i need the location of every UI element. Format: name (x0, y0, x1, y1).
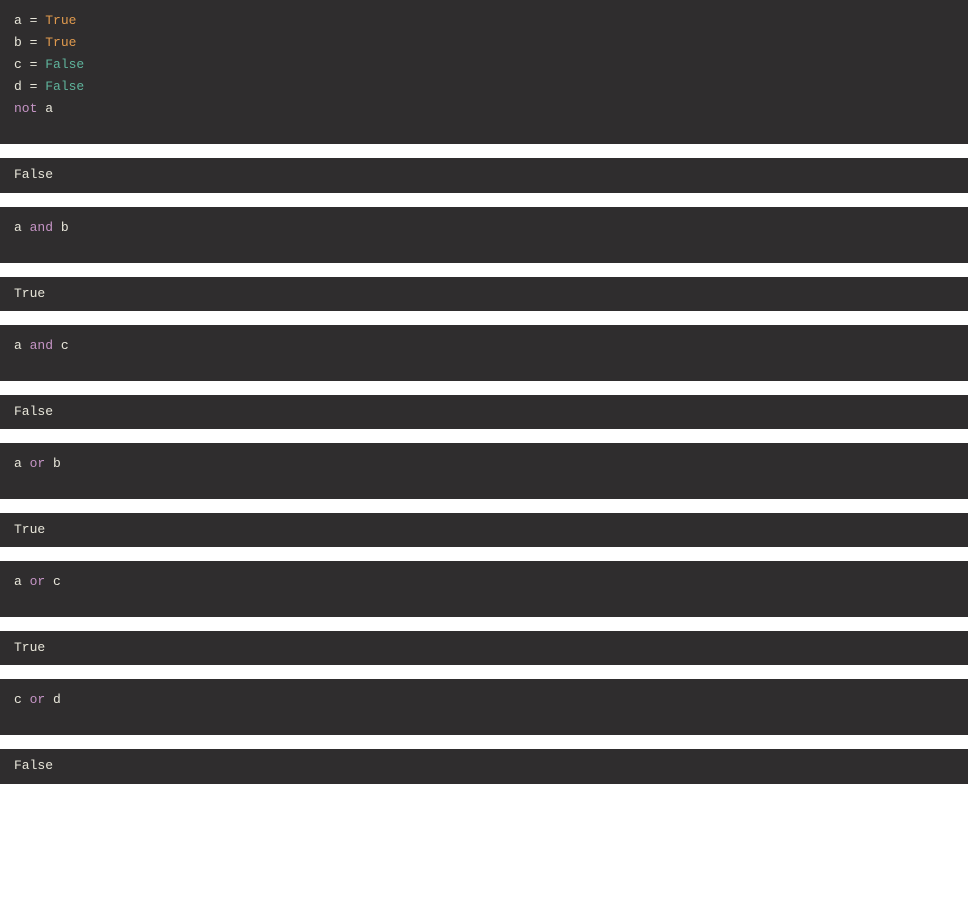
code-token: = (30, 79, 46, 94)
code-token: = (30, 35, 46, 50)
code-token: False (45, 79, 84, 94)
code-line: a and c (14, 335, 954, 357)
code-token: or (30, 692, 53, 707)
code-line: d = False (14, 76, 954, 98)
code-token: c (14, 57, 30, 72)
code-line: b = True (14, 32, 954, 54)
output-text: True (14, 640, 45, 655)
output-text: False (14, 167, 53, 182)
code-token: = (30, 57, 46, 72)
code-line: a or b (14, 453, 954, 475)
code-token: d (14, 79, 30, 94)
code-cell: c or d (0, 679, 968, 735)
code-line: a = True (14, 10, 954, 32)
code-token: a (14, 456, 30, 471)
code-token: = (30, 13, 46, 28)
code-token: a (14, 13, 30, 28)
code-token: b (61, 220, 69, 235)
code-line: a or c (14, 571, 954, 593)
code-token: a (14, 338, 30, 353)
output-cell: False (0, 158, 968, 192)
code-cell: a or c (0, 561, 968, 617)
code-token: and (30, 338, 61, 353)
output-cell: True (0, 631, 968, 665)
output-text: False (14, 404, 53, 419)
code-token: True (45, 35, 76, 50)
code-token: b (14, 35, 30, 50)
code-line: c or d (14, 689, 954, 711)
output-cell: True (0, 513, 968, 547)
code-line: c = False (14, 54, 954, 76)
output-cell: False (0, 749, 968, 783)
code-token: b (53, 456, 61, 471)
code-token: a (45, 101, 53, 116)
code-cell: a or b (0, 443, 968, 499)
notebook-container: a = Trueb = Truec = Falsed = Falsenot aF… (0, 0, 968, 784)
code-token: a (14, 574, 30, 589)
code-token: and (30, 220, 61, 235)
output-cell: False (0, 395, 968, 429)
code-token: d (53, 692, 61, 707)
code-token: c (53, 574, 61, 589)
output-text: False (14, 758, 53, 773)
code-token: c (14, 692, 30, 707)
code-cell: a and c (0, 325, 968, 381)
code-token: or (30, 574, 53, 589)
code-line: not a (14, 98, 954, 120)
code-token: False (45, 57, 84, 72)
code-cell: a = Trueb = Truec = Falsed = Falsenot a (0, 0, 968, 144)
code-token: or (30, 456, 53, 471)
output-text: True (14, 286, 45, 301)
code-cell: a and b (0, 207, 968, 263)
output-cell: True (0, 277, 968, 311)
code-token: True (45, 13, 76, 28)
code-token: not (14, 101, 45, 116)
code-token: a (14, 220, 30, 235)
output-text: True (14, 522, 45, 537)
code-token: c (61, 338, 69, 353)
code-line: a and b (14, 217, 954, 239)
